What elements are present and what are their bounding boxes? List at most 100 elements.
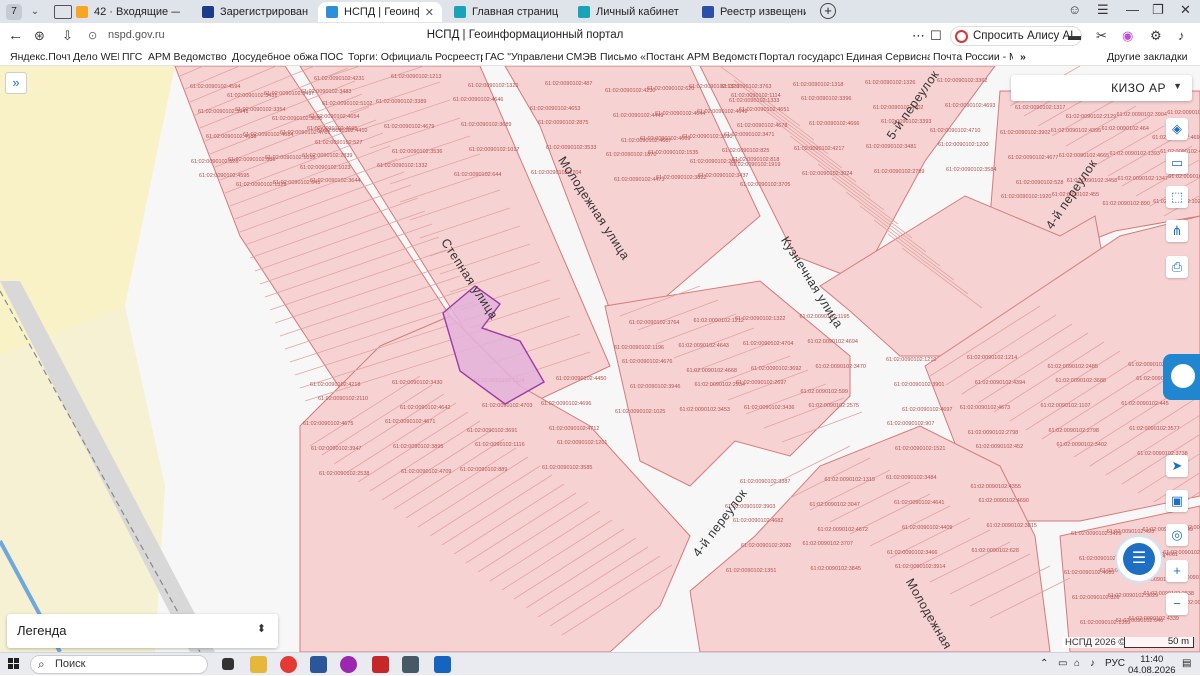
bookmark-item[interactable]: Досудебное обжало	[232, 51, 318, 63]
minimize-icon[interactable]: —	[1126, 2, 1139, 17]
zoom-in-button[interactable]: +	[1166, 560, 1188, 582]
ruler-icon[interactable]: ▭	[1166, 152, 1188, 174]
bookmark-item[interactable]: Яндекс.Почта	[10, 51, 70, 63]
parcel-number-label: 61:02:0090102:628	[972, 548, 1019, 554]
area-select-icon[interactable]: ⬚	[1166, 186, 1188, 208]
bookmark-item[interactable]: Портал государстве	[759, 51, 843, 63]
downloads-tray-icon[interactable]: ▬	[1068, 28, 1081, 43]
app-icon[interactable]	[340, 656, 357, 673]
parcel-number-label: 61:02:0090102:4410	[317, 128, 367, 134]
alice-icon	[955, 29, 968, 43]
bookmark-item[interactable]: Почта России - Мои	[933, 51, 1013, 63]
profile-icon[interactable]: ☺	[1068, 2, 1081, 17]
bookmark-list-icon[interactable]: ☰	[1097, 2, 1109, 18]
browser-tab[interactable]: Реестр извещений	[694, 2, 814, 22]
parcel-number-label: 61:02:0090102:4355	[971, 484, 1021, 490]
parcel-number-label: 61:02:0090102:3644	[310, 178, 360, 184]
file-explorer-icon[interactable]	[250, 656, 267, 673]
parcel-number-label: 61:02:0090102:4646	[453, 97, 503, 103]
remote-app-icon[interactable]	[434, 656, 451, 673]
word-icon[interactable]	[310, 656, 327, 673]
chevron-down-icon[interactable]: ⌄	[26, 6, 44, 17]
volume-icon[interactable]: ♪	[1090, 658, 1095, 669]
parcel-number-label: 61:02:0090102:4693	[945, 103, 995, 109]
parcel-number-label: 61:02:0090102:4642	[400, 405, 450, 411]
other-bookmarks-button[interactable]: Другие закладки	[1107, 51, 1187, 63]
bookmark-item[interactable]: ПОС	[320, 51, 343, 63]
bookmark-item[interactable]: Торги: Официальны	[348, 51, 432, 63]
locate-icon[interactable]: ➤	[1166, 455, 1188, 477]
audio-icon[interactable]: ♪	[1178, 28, 1185, 43]
parcel-number-label: 61:02:0090102:4651	[739, 107, 789, 113]
browser-tab[interactable]: НСПД | Геоинформационный портал ✕	[318, 2, 442, 22]
layer-select-dropdown[interactable]: КИЗО АР ▼	[1011, 75, 1192, 101]
parcel-number-label: 61:02:0090102:1321	[689, 84, 739, 90]
browser-tab[interactable]: Зарегистрированные сведения	[194, 2, 316, 22]
network-icon[interactable]: ⌂	[1074, 658, 1080, 669]
bookmark-item[interactable]: Дело WEB	[73, 51, 119, 63]
bookmark-icon[interactable]: ☐	[930, 28, 942, 44]
parcel-number-label: 61:02:0090102:3483	[301, 89, 351, 95]
browser-tab[interactable]: 42 · Входящие — Яндекс Почта	[68, 2, 188, 22]
bookmark-item[interactable]: Единая Сервисная г	[846, 51, 930, 63]
tray-lang[interactable]: РУС	[1105, 658, 1125, 669]
clock-time: 11:40	[1140, 654, 1164, 665]
chat-assistant-button[interactable]: ☰	[1115, 535, 1163, 583]
bookmark-item[interactable]: Росреестр	[435, 51, 483, 63]
parcel-number-label: 61:02:0090102:3387	[740, 479, 790, 485]
browser-tab[interactable]: Личный кабинет	[570, 2, 688, 22]
parcel-number-label: 61:02:0090102:452	[976, 444, 1023, 450]
bookmark-item[interactable]: ГАС "Управление".	[485, 51, 563, 63]
bookmark-item[interactable]: ПГС	[122, 51, 142, 63]
legend-panel[interactable]: Легенда ⬍	[7, 614, 278, 648]
parcel-number-label: 61:02:0090102:1200	[938, 142, 988, 148]
ask-alice-button[interactable]: Спросить Алису AI	[950, 26, 1083, 46]
bookmarks-more-button[interactable]: »	[1020, 51, 1026, 63]
parcel-number-label: 61:02:0090102:3895	[393, 444, 443, 450]
close-tab-icon[interactable]: ✕	[425, 6, 434, 19]
start-icon[interactable]	[8, 658, 20, 670]
zoom-out-button[interactable]: −	[1166, 593, 1188, 615]
new-tab-button[interactable]: +	[820, 3, 836, 19]
parcel-number-label: 61:02:0090102:4703	[482, 403, 532, 409]
layers-icon[interactable]: ◈	[1166, 118, 1188, 140]
parcel-number-label: 61:02:0090102:4697	[902, 407, 952, 413]
bookmark-item[interactable]: СМЭВ	[566, 51, 597, 63]
extension-icon[interactable]: ◉	[1122, 28, 1133, 44]
calculator-icon[interactable]	[402, 656, 419, 673]
expand-panel-button[interactable]: »	[5, 72, 27, 94]
tools-icon[interactable]: ✂	[1096, 28, 1107, 44]
basemap-icon[interactable]: ▣	[1166, 490, 1188, 512]
notifications-icon[interactable]: ▤	[1182, 658, 1191, 669]
side-panel-tab[interactable]	[1163, 354, 1200, 400]
parcel-number-label: 61:02:0090102:1320	[468, 83, 518, 89]
parcel-number-label: 61:02:0090102:1023	[300, 165, 350, 171]
parcel-number-label: 61:02:0090102:2082	[741, 543, 791, 549]
tab-counter-badge[interactable]: 7	[6, 3, 22, 20]
yandex-browser-icon[interactable]	[280, 656, 297, 673]
bookmark-item[interactable]: Письмо «Постановл	[600, 51, 684, 63]
more-icon[interactable]: ⋯	[912, 28, 925, 44]
parcel-number-label: 61:02:0090102:487	[545, 81, 592, 87]
page-title: НСПД | Геоинформационный портал	[426, 29, 624, 41]
extensions-icon[interactable]: ⚙	[1150, 28, 1162, 44]
share-icon[interactable]: ⋔	[1166, 220, 1188, 242]
tray-icon[interactable]: ▭	[1058, 658, 1067, 669]
tray-chevron-icon[interactable]: ⌃	[1040, 658, 1048, 669]
task-view-icon[interactable]	[222, 658, 234, 670]
taskbar-search[interactable]: ⌕ Поиск	[30, 655, 208, 674]
bookmark-item[interactable]: АРМ Ведомство	[687, 51, 757, 63]
geolocation-icon[interactable]: ◎	[1166, 524, 1188, 546]
print-icon[interactable]: ⎙	[1166, 256, 1188, 278]
mail-app-icon[interactable]	[372, 656, 389, 673]
browser-tab[interactable]: Главная страница	[446, 2, 566, 22]
parcel-number-label: 61:02:0090102:4696	[541, 401, 591, 407]
maximize-icon[interactable]: ❐	[1152, 2, 1164, 18]
bookmark-item[interactable]: АРМ Ведомство 2.0	[148, 51, 230, 63]
parcel-number-label: 61:02:0090102:4665	[1059, 153, 1109, 159]
cadastral-map-canvas[interactable]: 61:02:0090102:4594 61:02:0090102:4231 61:0…	[0, 66, 1200, 652]
close-icon[interactable]: ✕	[1180, 2, 1191, 18]
map-viewport[interactable]: 61:02:0090102:4594 61:02:0090102:4231 61:0…	[0, 66, 1200, 652]
clock[interactable]: 11:40 04.08.2026	[1128, 654, 1176, 676]
parcel-number-label: 61:02:0090102:3453	[680, 407, 730, 413]
